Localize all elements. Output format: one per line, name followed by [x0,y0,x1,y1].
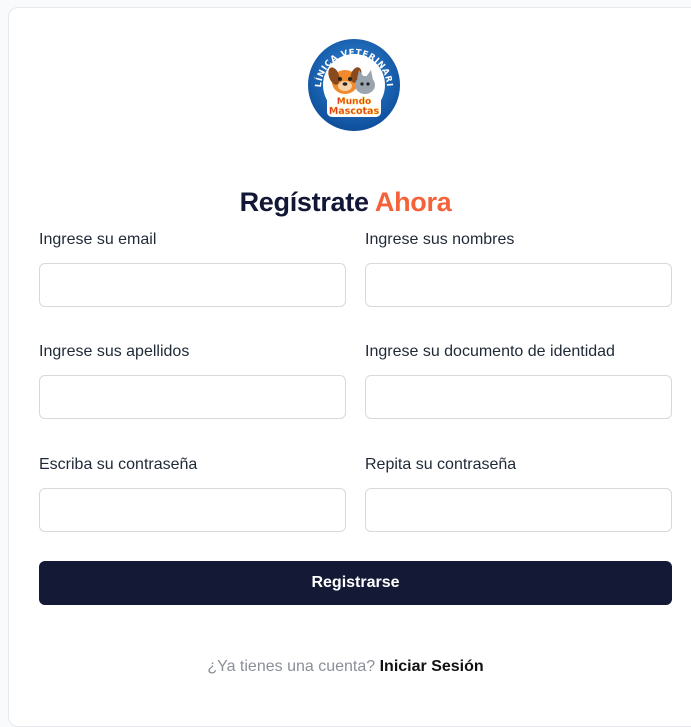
password-repeat-label: Repita su contraseña [365,456,517,473]
page-title-main: Regístrate [239,187,369,217]
logo-brand-line2: Mascotas [329,106,380,117]
surnames-field[interactable] [39,375,346,419]
password-repeat-field[interactable] [365,488,672,532]
page-title-accent: Ahora [374,187,452,217]
names-field[interactable] [365,263,672,307]
document-label: Ingrese su documento de identidad [365,343,615,360]
password-field[interactable] [39,488,346,532]
login-prompt-text: ¿Ya tienes una cuenta? [207,658,376,675]
clinic-logo-image: CLÍNICA VETERINARIA Mundo Mascotas [307,38,400,131]
password-label: Escriba su contraseña [39,456,198,473]
surnames-label: Ingrese sus apellidos [39,343,190,360]
email-field[interactable] [39,263,346,307]
document-field[interactable] [365,375,672,419]
page-title: Regístrate Ahora [0,184,691,220]
login-link[interactable]: Iniciar Sesión [380,658,484,675]
names-label: Ingrese sus nombres [365,231,515,248]
email-label: Ingrese su email [39,231,157,248]
login-prompt: ¿Ya tienes una cuenta? Iniciar Sesión [0,657,691,677]
register-button[interactable]: Registrarse [39,561,672,605]
clinic-logo: CLÍNICA VETERINARIA Mundo Mascotas [307,38,401,132]
